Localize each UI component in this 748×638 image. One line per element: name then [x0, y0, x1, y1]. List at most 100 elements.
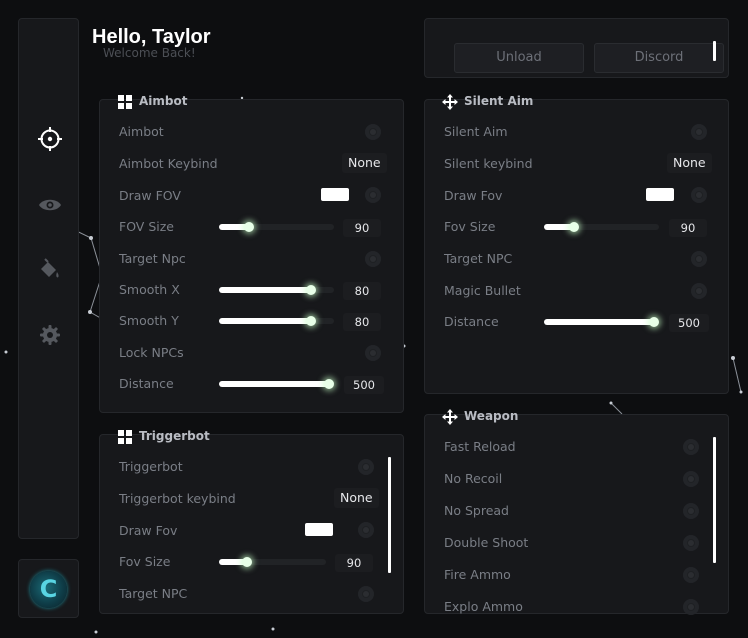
aimbot-keybind-button[interactable]: None	[342, 153, 387, 173]
logo-box: C	[18, 559, 79, 618]
no-spread-toggle[interactable]	[683, 503, 699, 519]
grid-icon	[118, 430, 132, 444]
silent-aim-panel: Silent Aim Silent Aim Silent keybind Non…	[424, 94, 729, 394]
fire-ammo-toggle[interactable]	[683, 567, 699, 583]
slider-handle[interactable]	[324, 379, 334, 389]
triggerbot-keybind-label: Triggerbot keybind	[119, 491, 236, 506]
triggerbot-label: Triggerbot	[119, 459, 183, 474]
no-recoil-label: No Recoil	[444, 471, 503, 486]
triggerbot-toggle[interactable]	[358, 459, 374, 475]
magic-bullet-toggle[interactable]	[691, 283, 707, 299]
grid-icon	[118, 95, 132, 109]
aimbot-title: Aimbot	[139, 94, 188, 108]
triggerbot-scrollbar[interactable]	[388, 457, 391, 573]
fov-size-value[interactable]: 90	[343, 219, 381, 237]
silent-aim-toggle[interactable]	[691, 124, 707, 140]
silent-fov-size-value[interactable]: 90	[669, 219, 707, 237]
smooth-x-label: Smooth X	[119, 282, 180, 297]
slider-fill	[219, 381, 329, 387]
aimbot-panel: Aimbot Aimbot Aimbot Keybind None Draw F…	[99, 94, 404, 413]
aimbot-label: Aimbot	[119, 124, 164, 139]
slider-fill	[544, 319, 654, 325]
smooth-x-value[interactable]: 80	[343, 282, 381, 300]
triggerbot-draw-fov-label: Draw Fov	[119, 523, 178, 538]
smooth-y-value[interactable]: 80	[343, 313, 381, 331]
silent-distance-label: Distance	[444, 314, 499, 329]
crosshair-icon[interactable]	[38, 127, 62, 151]
silent-target-npc-label: Target NPC	[444, 251, 513, 266]
silent-keybind-label: Silent keybind	[444, 156, 533, 171]
welcome-subtitle: Welcome Back!	[103, 46, 196, 60]
silent-fov-size-label: Fov Size	[444, 219, 496, 234]
slider-handle[interactable]	[649, 317, 659, 327]
silent-distance-value[interactable]: 500	[669, 314, 709, 332]
triggerbot-fov-size-value[interactable]: 90	[335, 554, 373, 572]
silent-keybind-button[interactable]: None	[667, 153, 712, 173]
double-shoot-label: Double Shoot	[444, 535, 529, 550]
slider-handle[interactable]	[242, 557, 252, 567]
unload-button[interactable]: Unload	[454, 43, 584, 73]
lock-npcs-label: Lock NPCs	[119, 345, 184, 360]
target-npc-label: Target Npc	[119, 251, 186, 266]
fire-ammo-label: Fire Ammo	[444, 567, 511, 582]
silent-fov-color-swatch[interactable]	[646, 188, 674, 201]
silent-draw-fov-label: Draw Fov	[444, 188, 503, 203]
smooth-y-slider[interactable]	[219, 316, 334, 326]
fast-reload-label: Fast Reload	[444, 439, 516, 454]
double-shoot-toggle[interactable]	[683, 535, 699, 551]
no-spread-label: No Spread	[444, 503, 509, 518]
triggerbot-target-npc-label: Target NPC	[119, 586, 188, 601]
no-recoil-toggle[interactable]	[683, 471, 699, 487]
slider-handle[interactable]	[306, 316, 316, 326]
eye-icon[interactable]	[38, 193, 62, 217]
silent-target-npc-toggle[interactable]	[691, 251, 707, 267]
weapon-title: Weapon	[464, 409, 519, 423]
slider-handle[interactable]	[244, 222, 254, 232]
triggerbot-panel: Triggerbot Triggerbot Triggerbot keybind…	[99, 429, 404, 614]
triggerbot-fov-color-swatch[interactable]	[305, 523, 333, 536]
silent-distance-slider[interactable]	[544, 317, 659, 327]
distance-value[interactable]: 500	[344, 376, 384, 394]
triggerbot-keybind-button[interactable]: None	[334, 488, 379, 508]
move-arrows-icon	[442, 94, 458, 110]
smooth-x-slider[interactable]	[219, 285, 334, 295]
fov-size-slider[interactable]	[219, 222, 334, 232]
distance-label: Distance	[119, 376, 174, 391]
draw-fov-toggle[interactable]	[365, 187, 381, 203]
target-npc-toggle[interactable]	[365, 251, 381, 267]
scrollbar[interactable]	[713, 41, 716, 61]
top-actions-panel: Unload Discord	[424, 18, 729, 78]
silent-aim-label: Silent Aim	[444, 124, 508, 139]
slider-fill	[219, 287, 311, 293]
silent-aim-title: Silent Aim	[464, 94, 534, 108]
aimbot-keybind-label: Aimbot Keybind	[119, 156, 218, 171]
silent-draw-fov-toggle[interactable]	[691, 187, 707, 203]
lock-npcs-toggle[interactable]	[365, 345, 381, 361]
weapon-scrollbar[interactable]	[713, 437, 716, 563]
silent-fov-size-slider[interactable]	[544, 222, 659, 232]
explo-ammo-toggle[interactable]	[683, 599, 699, 615]
triggerbot-fov-size-label: Fov Size	[119, 554, 171, 569]
discord-button[interactable]: Discord	[594, 43, 724, 73]
explo-ammo-label: Explo Ammo	[444, 599, 523, 614]
fov-color-swatch[interactable]	[321, 188, 349, 201]
aimbot-toggle[interactable]	[365, 124, 381, 140]
smooth-y-label: Smooth Y	[119, 313, 179, 328]
distance-slider[interactable]	[219, 379, 334, 389]
triggerbot-target-npc-toggle[interactable]	[358, 586, 374, 602]
move-arrows-icon	[442, 409, 458, 425]
magic-bullet-label: Magic Bullet	[444, 283, 521, 298]
triggerbot-fov-size-slider[interactable]	[219, 557, 326, 567]
gear-icon[interactable]	[38, 323, 62, 347]
fov-size-label: FOV Size	[119, 219, 174, 234]
fast-reload-toggle[interactable]	[683, 439, 699, 455]
triggerbot-draw-fov-toggle[interactable]	[358, 522, 374, 538]
triggerbot-title: Triggerbot	[139, 429, 210, 443]
logo: C	[30, 571, 67, 608]
sidebar	[18, 18, 79, 539]
logo-letter: C	[39, 575, 58, 603]
slider-handle[interactable]	[306, 285, 316, 295]
paint-bucket-icon[interactable]	[38, 258, 62, 282]
slider-handle[interactable]	[569, 222, 579, 232]
draw-fov-label: Draw FOV	[119, 188, 181, 203]
